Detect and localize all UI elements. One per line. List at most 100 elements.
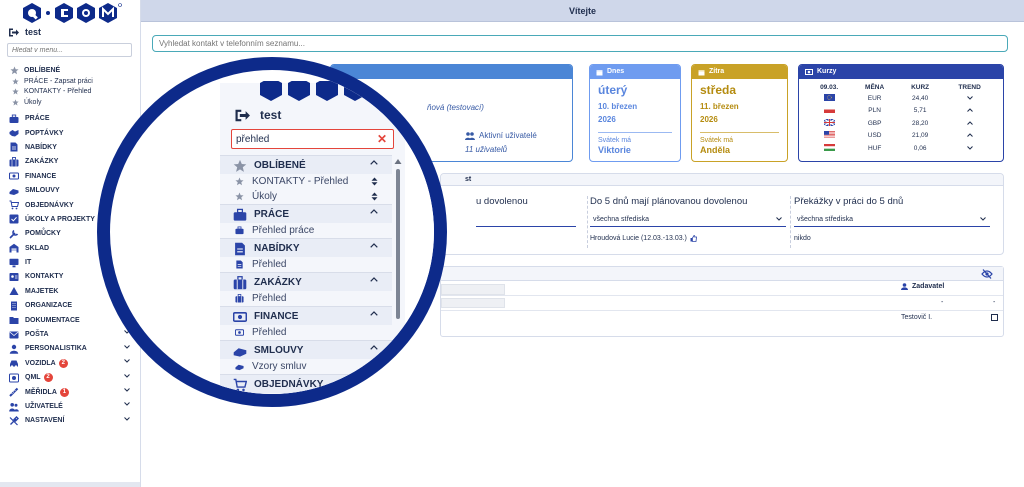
magnified-user-name: test <box>260 108 282 122</box>
clear-search-icon[interactable]: ✕ <box>377 132 387 146</box>
absence-col2-select[interactable]: všechna střediska <box>590 213 786 227</box>
menu-search-input[interactable] <box>7 43 132 57</box>
trend-up-icon <box>966 108 973 113</box>
sidebar-item-label: POŠTA <box>25 331 49 339</box>
active-users-count: 11 uživatelů <box>465 145 508 154</box>
sidebar-item-label: ZAKÁZKY <box>25 158 59 166</box>
cart-icon <box>233 378 247 391</box>
filter-input[interactable] <box>441 298 505 308</box>
menu-result-item[interactable]: Přehled <box>220 325 392 340</box>
star-icon <box>12 88 19 95</box>
menu-section-header[interactable]: NABÍDKY <box>220 239 392 257</box>
chevron-down-icon[interactable] <box>124 402 130 407</box>
qcom-logo[interactable] <box>22 2 122 24</box>
rate-value: 24,40 <box>911 94 929 102</box>
menu-result-item[interactable]: Přehled práce <box>220 223 392 238</box>
chevron-up-icon[interactable] <box>370 277 378 282</box>
magnified-menu-search-input[interactable] <box>231 129 394 149</box>
chevron-up-icon[interactable] <box>370 311 378 316</box>
column-filter[interactable] <box>441 284 505 295</box>
logout-icon[interactable] <box>8 28 19 37</box>
table-row[interactable]: - - <box>441 296 1003 311</box>
menu-result-label: KONTAKTY - Přehled <box>252 176 349 187</box>
star-icon <box>233 159 247 172</box>
table-row[interactable]: Testovič I. <box>441 311 1003 326</box>
suitcase-icon <box>235 294 244 303</box>
sort-icon[interactable] <box>371 177 378 186</box>
monitor-icon <box>9 258 19 267</box>
eye-off-icon[interactable] <box>981 269 993 279</box>
rates-col-rate: KURZ <box>911 83 930 91</box>
menu-section-header[interactable]: PRÁCE <box>220 205 392 223</box>
menu-result-item[interactable]: Přehled <box>220 291 392 306</box>
logout-icon[interactable] <box>234 109 250 122</box>
banknote-icon <box>233 311 247 322</box>
settings-icon <box>9 415 19 426</box>
exchange-icon <box>805 69 813 75</box>
phone-search-input[interactable] <box>152 35 1008 52</box>
magnified-user-row[interactable]: test <box>234 108 281 122</box>
chevron-up-icon[interactable] <box>370 345 378 350</box>
sidebar-item-label: POPTÁVKY <box>25 129 64 137</box>
sidebar-item-label: MAJETEK <box>25 287 59 295</box>
scrollbar[interactable] <box>394 159 402 319</box>
favorite-item-label: Úkoly <box>24 98 42 106</box>
active-users-link[interactable]: Aktivní uživatelé <box>465 131 537 140</box>
sort-icon[interactable] <box>371 192 378 201</box>
sidebar-item-uzivatele[interactable]: UŽIVATELÉ <box>0 399 140 413</box>
rate-currency: HUF <box>867 144 882 152</box>
tomorrow-date-line1: 11. březen <box>700 102 739 111</box>
menu-section-header[interactable]: OBLÍBENÉ <box>220 156 392 174</box>
thumbs-up-icon[interactable] <box>690 235 697 242</box>
rate-row: EUR 24,40 <box>807 92 997 105</box>
chevron-up-icon[interactable] <box>370 209 378 214</box>
column-zadavatel[interactable]: Zadavatel <box>901 283 944 290</box>
welcome-subtitle: ňová (testovací) <box>427 103 484 112</box>
absence-col3-select[interactable]: všechna střediska <box>794 213 990 227</box>
menu-section-header[interactable]: SMLOUVY <box>220 341 392 359</box>
user-row[interactable]: test <box>8 27 41 37</box>
chevron-down-icon[interactable] <box>124 416 130 421</box>
tasks-header-row: Zadavatel <box>441 281 1003 296</box>
column-zadavatel-label: Zadavatel <box>912 283 945 290</box>
menu-result-item[interactable]: Vzory smluv <box>220 359 392 374</box>
absence-panel: st u dovolenou Do 5 dnů mají plánovanou … <box>440 173 1004 255</box>
menu-result-item[interactable]: KONTAKTY - Přehled <box>220 174 392 189</box>
rates-card-header: Kurzy <box>799 65 1003 79</box>
absence-col1-select[interactable] <box>476 213 576 227</box>
sidebar-item-label: NASTAVENÍ <box>25 417 65 425</box>
sidebar-item-nastaveni[interactable]: NASTAVENÍ <box>0 414 140 428</box>
row-checkbox[interactable] <box>991 314 998 321</box>
sidebar-item-label: MĚŘIDLA <box>25 388 57 396</box>
menu-result-label: Přehled <box>252 259 287 270</box>
document-icon <box>10 142 18 152</box>
rate-row: PLN 5,71 <box>807 105 997 118</box>
favorite-item-label: PRÁCE - Zapsat práci <box>24 77 93 85</box>
rate-row: HUF 0,06 <box>807 142 997 155</box>
trend-up-icon <box>966 133 973 138</box>
banknote-icon <box>9 172 19 180</box>
flag-hu-icon <box>823 143 835 151</box>
today-card-title: Dnes <box>607 68 625 75</box>
rates-col-date: 09.03. <box>820 83 839 91</box>
chevron-up-icon[interactable] <box>370 243 378 248</box>
menu-section-header[interactable]: OBJEDNÁVKY <box>220 375 392 393</box>
tasks-panel: Zadavatel - - Testovič I. <box>440 266 1004 337</box>
rate-row: GBP 28,20 <box>807 117 997 130</box>
rate-currency: GBP <box>867 119 882 127</box>
menu-result-item[interactable]: Přehled <box>220 257 392 272</box>
active-users-label: Aktivní uživatelé <box>479 131 537 140</box>
menu-section-title: PRÁCE <box>254 208 290 220</box>
tomorrow-card: Zítra středa 11. březen 2026 Svátek má An… <box>691 64 788 162</box>
menu-section-title: SMLOUVY <box>254 344 304 356</box>
menu-section-header[interactable]: FINANCE <box>220 307 392 325</box>
menu-result-label: Úkoly <box>252 191 278 202</box>
sidebar-item-label: VOZIDLA <box>25 359 56 367</box>
rate-value: 28,20 <box>911 119 929 127</box>
menu-section-header[interactable]: ZAKÁZKY <box>220 273 392 291</box>
menu-result-item[interactable]: Úkoly <box>220 189 392 204</box>
person-icon <box>901 283 908 290</box>
absence-col2-value: Hroudová Lucie (12.03.-13.03.) <box>590 235 786 242</box>
chevron-up-icon[interactable] <box>370 160 378 165</box>
star-icon <box>12 78 19 85</box>
